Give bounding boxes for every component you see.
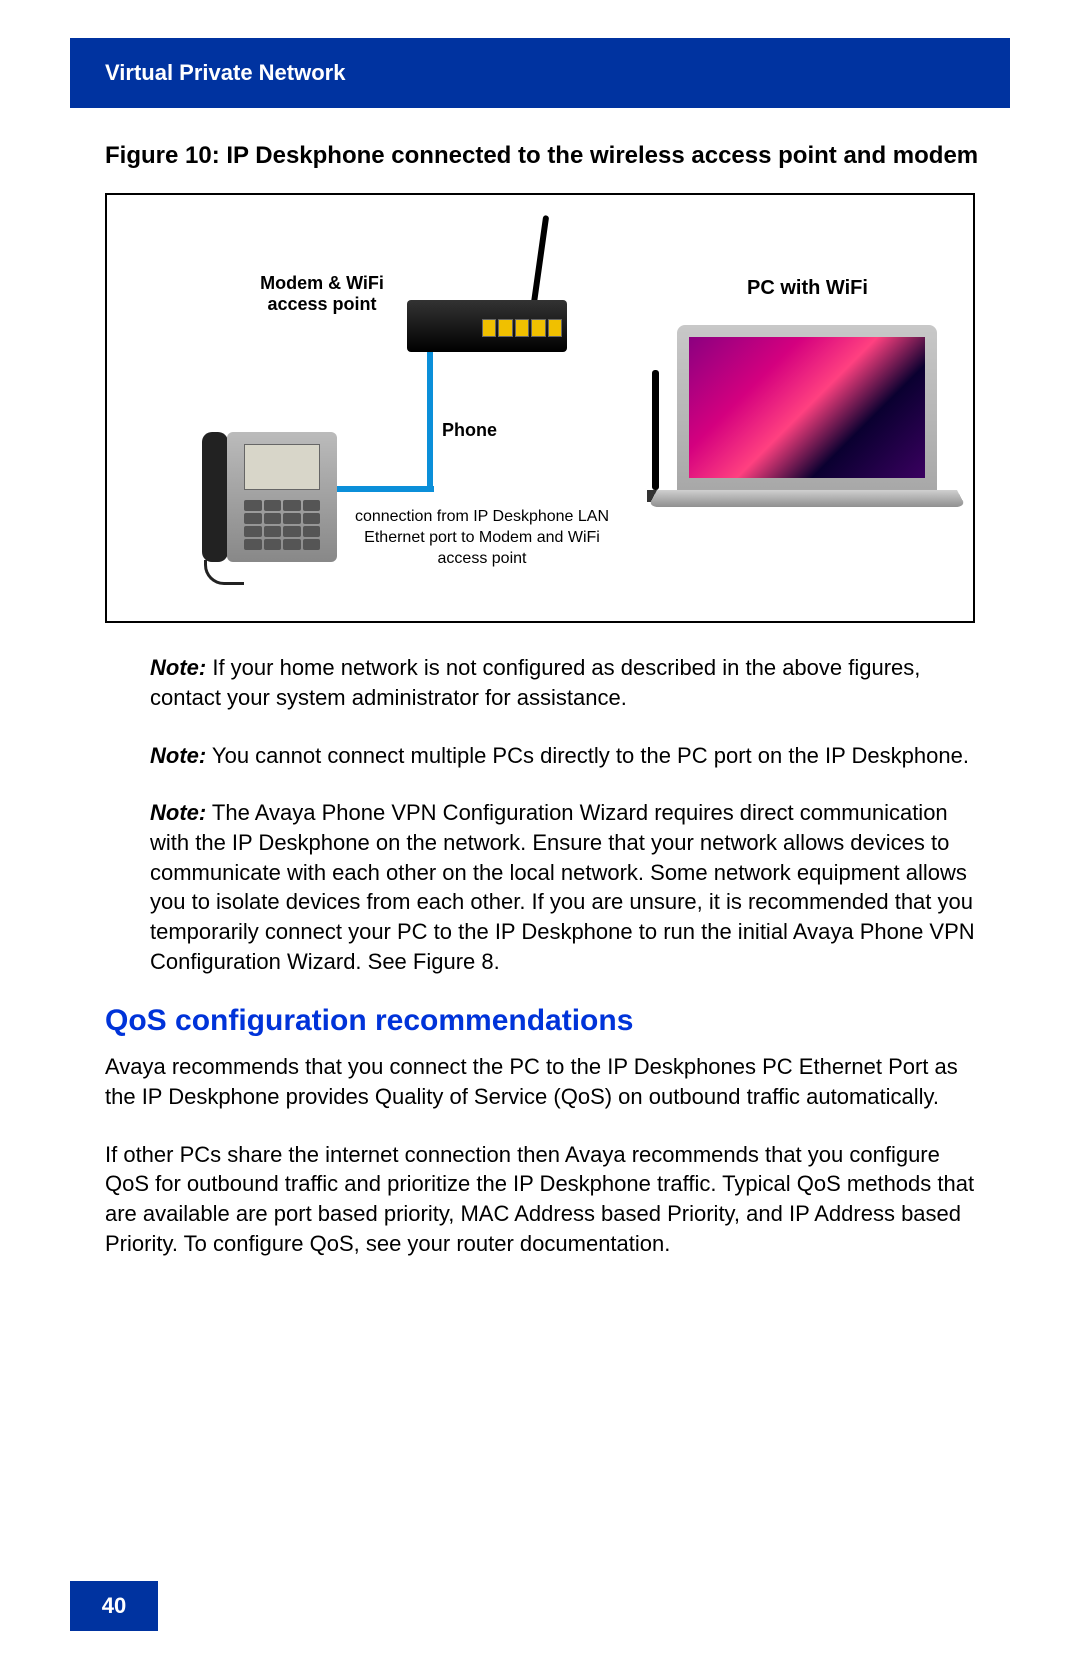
network-diagram: Modem & WiFi access point Phone connecti… <box>105 193 975 623</box>
deskphone-icon <box>202 432 337 572</box>
modem-ports-icon <box>482 319 562 337</box>
pc-label: PC with WiFi <box>747 277 868 300</box>
page-header-bar: Virtual Private Network <box>70 38 1010 108</box>
connection-label: connection from IP Deskphone LAN Etherne… <box>352 507 612 569</box>
note-text: If your home network is not configured a… <box>150 655 920 710</box>
note-label: Note: <box>150 800 206 825</box>
page-number: 40 <box>102 1593 126 1619</box>
note-paragraph: Note: The Avaya Phone VPN Configuration … <box>150 798 985 976</box>
modem-antenna-icon <box>531 215 549 305</box>
figure-caption: Figure 10: IP Deskphone connected to the… <box>105 140 985 171</box>
modem-label: Modem & WiFi access point <box>247 273 397 315</box>
note-paragraph: Note: You cannot connect multiple PCs di… <box>150 741 985 771</box>
note-label: Note: <box>150 743 206 768</box>
note-label: Note: <box>150 655 206 680</box>
ethernet-cable-icon <box>334 486 434 492</box>
note-paragraph: Note: If your home network is not config… <box>150 653 985 712</box>
section-heading-qos: QoS configuration recommendations <box>105 1004 985 1038</box>
page-header-title: Virtual Private Network <box>105 60 345 86</box>
ethernet-cable-icon <box>427 352 433 492</box>
body-paragraph: If other PCs share the internet connecti… <box>105 1140 985 1259</box>
wifi-antenna-icon <box>652 370 659 490</box>
note-text: The Avaya Phone VPN Configuration Wizard… <box>150 800 975 973</box>
phone-label: Phone <box>442 420 497 441</box>
body-paragraph: Avaya recommends that you connect the PC… <box>105 1052 985 1111</box>
page-content: Figure 10: IP Deskphone connected to the… <box>105 140 985 1287</box>
laptop-icon <box>677 325 957 518</box>
page-footer-bar: 40 <box>70 1581 158 1631</box>
note-text: You cannot connect multiple PCs directly… <box>206 743 969 768</box>
